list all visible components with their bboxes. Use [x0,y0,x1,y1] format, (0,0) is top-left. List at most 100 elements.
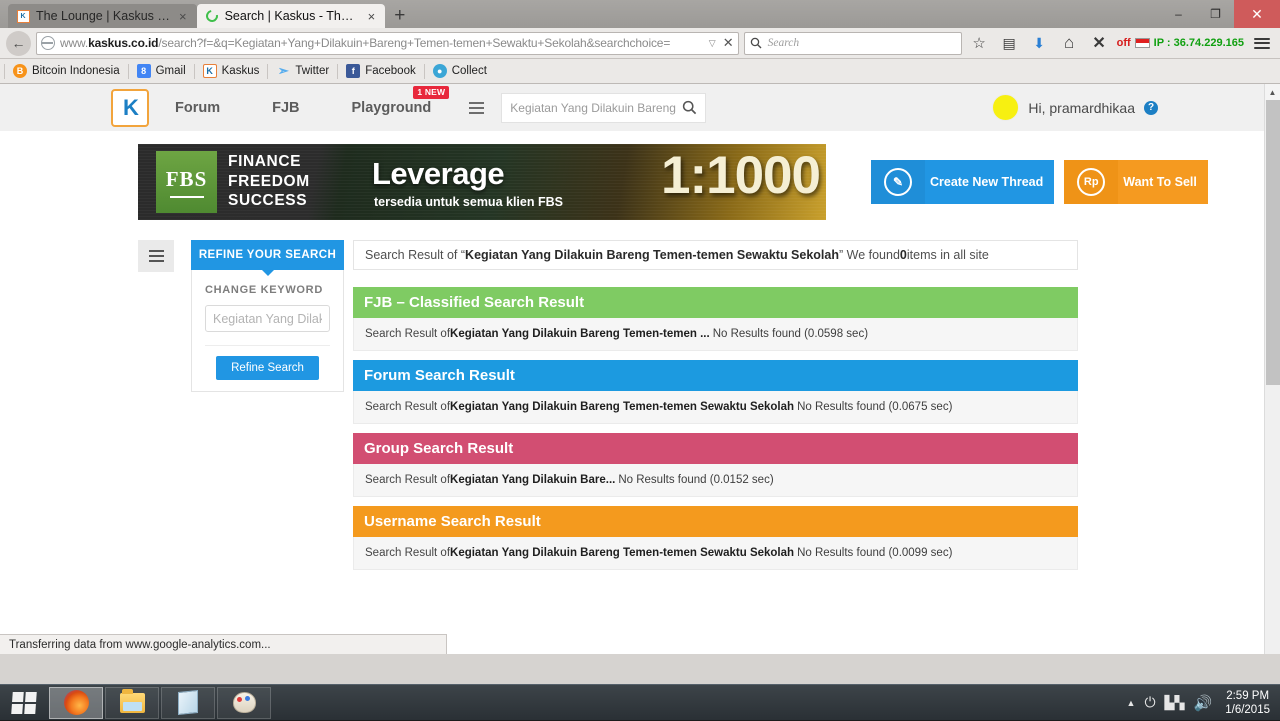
section-body: Search Result of Kegiatan Yang Dilakuin … [353,464,1078,497]
page-viewport: K Forum FJB Playground 1 NEW Ke [0,84,1280,654]
section-title[interactable]: Forum Search Result [353,360,1078,391]
nav-item-forum[interactable]: Forum [149,100,246,116]
nav-label: Playground [352,100,432,116]
list-toggle-icon[interactable] [138,240,174,272]
scrollbar-thumb[interactable] [1266,100,1280,385]
action-buttons: ✎ Create New Thread Rp Want To Sell [871,160,1208,204]
result-sections: FJB – Classified Search Result Search Re… [353,287,1078,570]
section-body: Search Result of Kegiatan Yang Dilakuin … [353,318,1078,351]
start-button[interactable] [0,685,48,721]
download-arrow-icon[interactable]: ⬇ [1027,31,1052,55]
keyword-input[interactable] [205,305,330,332]
want-to-sell-button[interactable]: Rp Want To Sell [1064,160,1208,204]
change-keyword-label: CHANGE KEYWORD [205,284,330,296]
hamburger-menu-icon[interactable] [1249,31,1274,55]
site-nav: Forum FJB Playground 1 NEW [149,100,457,116]
bookmark-twitter[interactable]: ➣ Twitter [269,62,336,80]
kaskus-page: K Forum FJB Playground 1 NEW Ke [0,84,1264,654]
gmail-icon: 8 [137,64,151,78]
browser-tab-lounge[interactable]: K The Lounge | Kaskus - The ... × [8,4,197,28]
volume-icon[interactable]: 🔊 [1194,694,1213,712]
bookmark-label: Kaskus [222,65,260,77]
new-tab-button[interactable]: + [385,6,414,25]
tab-strip: K The Lounge | Kaskus - The ... × Search… [8,2,414,28]
tab-close-icon[interactable]: × [177,10,189,23]
bookmark-kaskus[interactable]: K Kaskus [196,62,267,80]
clock-date: 1/6/2015 [1225,703,1270,717]
summary-prefix: Search Result of “ [365,248,465,262]
taskbar-item-firefox[interactable] [49,687,103,719]
create-new-thread-button[interactable]: ✎ Create New Thread [871,160,1054,204]
section-title[interactable]: Username Search Result [353,506,1078,537]
refine-your-search-tab[interactable]: REFINE YOUR SEARCH [191,240,344,270]
bitcoin-icon: B [13,64,27,78]
clock[interactable]: 2:59 PM 1/6/2015 [1221,689,1270,717]
user-greeting: Hi, pramardhikaa [1028,100,1135,116]
bookmark-bitcoin-indonesia[interactable]: B Bitcoin Indonesia [6,62,127,80]
body-status: No Results found (0.0152 sec) [615,474,773,486]
browser-search-input[interactable]: Search [744,32,962,55]
home-icon[interactable]: ⌂ [1057,31,1082,55]
section-title[interactable]: Group Search Result [353,433,1078,464]
taskbar-item-paint[interactable] [217,687,271,719]
taskbar-item-notepad[interactable] [161,687,215,719]
site-search-input[interactable]: Kegiatan Yang Dilakuin Bareng T [501,93,706,123]
taskbar-item-file-explorer[interactable] [105,687,159,719]
paint-palette-icon [233,692,256,713]
bookmark-gmail[interactable]: 8 Gmail [130,62,193,80]
page-scrollbar[interactable]: ▲ [1264,84,1280,654]
divider [194,64,195,79]
bookmarks-bar: B Bitcoin Indonesia 8 Gmail K Kaskus ➣ T… [0,59,1280,84]
body-prefix: Search Result of [365,547,450,559]
refine-search-button[interactable]: Refine Search [216,356,319,380]
refine-box: CHANGE KEYWORD Refine Search [191,270,344,392]
summary-middle: ” We found [839,248,900,262]
button-label: Want To Sell [1118,175,1208,189]
stop-icon[interactable]: ✕ [721,35,734,51]
nav-item-playground[interactable]: Playground 1 NEW [326,100,458,116]
site-menu-icon[interactable] [463,95,489,121]
divider [128,64,129,79]
section-title[interactable]: FJB – Classified Search Result [353,287,1078,318]
twitter-icon: ➣ [276,64,290,78]
ip-status-indicator[interactable]: off IP : 36.74.229.165 [1117,37,1244,49]
scroll-up-icon[interactable]: ▲ [1265,84,1280,100]
close-button[interactable]: ✕ [1234,0,1280,28]
bookmark-facebook[interactable]: f Facebook [339,62,423,80]
fbs-banner-ad[interactable]: FBS FINANCE FREEDOM SUCCESS Leverage ter… [138,144,826,220]
bookmark-label: Bitcoin Indonesia [32,65,120,77]
tab-close-icon[interactable]: × [366,10,378,23]
avatar[interactable] [992,94,1019,121]
browser-tab-search[interactable]: Search | Kaskus - The Large... × [197,4,386,28]
section-fjb: FJB – Classified Search Result Search Re… [353,287,1078,351]
section-body: Search Result of Kegiatan Yang Dilakuin … [353,391,1078,424]
site-header: K Forum FJB Playground 1 NEW Ke [0,84,1264,131]
battery-icon[interactable]: ⏻ [1144,694,1155,711]
facebook-icon: f [346,64,360,78]
nav-item-fjb[interactable]: FJB [246,100,325,116]
section-body: Search Result of Kegiatan Yang Dilakuin … [353,537,1078,570]
tab-title: The Lounge | Kaskus - The ... [36,9,171,23]
button-label: Create New Thread [925,175,1054,189]
chevron-down-icon[interactable]: ▽ [709,38,716,49]
body-prefix: Search Result of [365,474,450,486]
search-results-row: REFINE YOUR SEARCH CHANGE KEYWORD Refine… [138,240,1264,579]
restore-button[interactable]: ❐ [1197,0,1234,28]
fbs-logo-underline [170,196,204,198]
url-bar[interactable]: www.kaskus.co.id/search?f=&q=Kegiatan+Ya… [36,32,739,55]
x-extension-icon[interactable]: ✕ [1087,31,1112,55]
show-hidden-icons-icon[interactable]: ▲ [1127,698,1136,708]
body-status: No Results found (0.0675 sec) [794,401,952,413]
user-area[interactable]: Hi, pramardhikaa ? [992,94,1264,121]
pencil-icon: ✎ [871,160,925,204]
kaskus-logo[interactable]: K [111,89,149,127]
body-query: Kegiatan Yang Dilakuin Bare... [450,474,615,486]
help-icon[interactable]: ? [1144,101,1158,115]
reader-list-icon[interactable]: ▤ [997,31,1022,55]
search-icon [682,100,697,115]
bookmark-star-icon[interactable]: ☆ [967,31,992,55]
back-icon[interactable]: ← [6,31,31,56]
network-signal-icon[interactable]: ▙▚ [1165,695,1185,711]
minimize-button[interactable]: – [1160,0,1197,28]
bookmark-collect[interactable]: ● Collect [426,62,494,80]
